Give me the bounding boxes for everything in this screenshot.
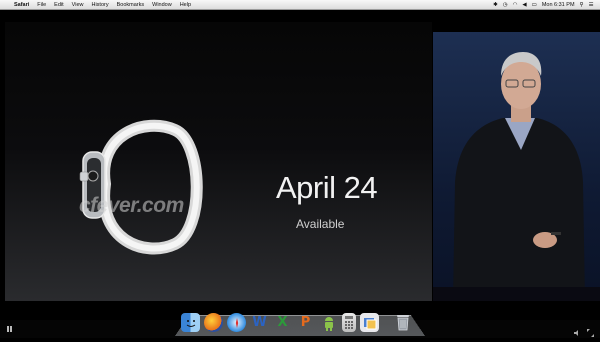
- watermark-text: cfever.com: [79, 194, 184, 217]
- menu-window[interactable]: Window: [148, 2, 176, 8]
- excel-icon[interactable]: X: [273, 313, 292, 332]
- trash-icon[interactable]: [393, 313, 412, 332]
- firefox-icon[interactable]: [204, 313, 223, 332]
- calculator-icon[interactable]: [342, 313, 356, 332]
- dock: W X P: [181, 310, 421, 332]
- menu-help[interactable]: Help: [176, 2, 195, 8]
- safari-icon[interactable]: [227, 313, 246, 332]
- android-icon[interactable]: [319, 313, 338, 332]
- preview-icon[interactable]: [360, 313, 379, 332]
- notification-center-icon[interactable]: ☰: [586, 2, 596, 8]
- bluetooth-icon[interactable]: ✱: [491, 2, 501, 8]
- battery-icon[interactable]: ▭: [529, 2, 539, 8]
- spotlight-icon[interactable]: ⚲: [577, 2, 586, 8]
- clock[interactable]: Mon 6:31 PM: [539, 2, 577, 8]
- fullscreen-icon[interactable]: [587, 324, 594, 337]
- status-area: ✱ ◷ ◠ ◀ ▭ Mon 6:31 PM ⚲ ☰: [491, 2, 600, 8]
- menu-view[interactable]: View: [68, 2, 88, 8]
- volume-icon[interactable]: ◀: [520, 2, 529, 8]
- video-controls-right: [574, 324, 594, 337]
- menu-file[interactable]: File: [33, 2, 50, 8]
- finder-icon[interactable]: [181, 313, 200, 332]
- volume-control-icon[interactable]: [574, 324, 581, 336]
- presenter-silhouette: [433, 52, 600, 301]
- apple-watch-illustration: [79, 119, 203, 255]
- menu-bar: Safari File Edit View History Bookmarks …: [0, 0, 600, 10]
- powerpoint-icon[interactable]: P: [296, 313, 315, 332]
- slide-title: April 24: [276, 170, 378, 205]
- word-icon[interactable]: W: [250, 313, 269, 332]
- menu-bookmarks[interactable]: Bookmarks: [113, 2, 149, 8]
- keynote-slide: cfever.com April 24 Available: [5, 22, 432, 301]
- time-machine-icon[interactable]: ◷: [500, 2, 510, 8]
- menu-edit[interactable]: Edit: [50, 2, 67, 8]
- wifi-icon[interactable]: ◠: [510, 2, 520, 8]
- pause-icon[interactable]: [7, 326, 12, 332]
- menu-app-safari[interactable]: Safari: [10, 2, 33, 8]
- menu-history[interactable]: History: [87, 2, 112, 8]
- slide-subtitle: Available: [296, 217, 345, 231]
- presenter-video: [433, 32, 600, 301]
